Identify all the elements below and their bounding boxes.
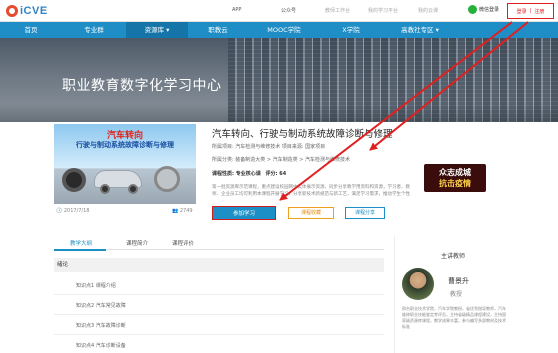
syllabus-item[interactable]: 知识点4 汽车诊断设备 [54,337,384,353]
car-wheel-icon [128,184,138,194]
epidemic-promo-banner[interactable]: 众志成城 抗击疫情 [424,164,486,192]
syllabus-item[interactable]: 知识点2 汽车常见故障 [54,297,384,315]
app-link[interactable]: APP [232,7,241,13]
main-nav: 首页 专业群 资源库 ▾ 职教云 MOOC学院 X学院 高教社专区 ▾ [0,22,558,38]
login-register-box: 登录 | 注册 [507,3,554,19]
teacher-avatar[interactable] [402,268,434,300]
tab-introduction[interactable]: 课程简介 [126,239,148,247]
nav-resource-library[interactable]: 资源库 ▾ [126,22,188,38]
course-date: 🕓 2017/7/18 [56,208,90,214]
course-type: 课程性质: 专业核心课 [212,171,261,177]
course-description: 第一批资源库示范课程，重点建设校园网中实体展示资源，同步分享教学用资料和资源，学… [212,185,410,197]
hero-banner: 职业教育数字化学习中心 [0,38,558,122]
wechat-icon [468,5,477,14]
active-tab-indicator [54,249,106,251]
promo-line-2: 抗击疫情 [439,179,471,188]
course-score: 评分: 64 [265,171,287,177]
syllabus-item[interactable]: 知识点1 课程介绍 [54,277,384,295]
top-bar: iCVE APP 公众号 教师工作台 我的学习平台 我的云课 微信登录 登录 |… [0,0,558,22]
banner-title: 职业教育数字化学习中心 [62,78,222,94]
my-learning-platform-link[interactable]: 我的学习平台 [368,7,398,14]
cover-title-line-2: 行驶与制动系统故障诊断与修理 [76,141,174,149]
tire-icon [62,168,86,192]
car-wheel-icon [100,184,110,194]
course-views-value: 2749 [179,208,193,214]
my-cloud-course-link[interactable]: 我的云课 [418,7,438,14]
nav-home[interactable]: 首页 [0,22,62,38]
course-cover-image[interactable]: 汽车转向 行驶与制动系统故障诊断与修理 [54,124,196,204]
nav-mooc[interactable]: MOOC学院 [248,22,320,38]
course-tabs: 教学大纲 课程简介 课程评价 [54,236,384,250]
course-title: 汽车转向、行驶与制动系统故障诊断与修理 [212,129,393,140]
tab-reviews[interactable]: 课程评价 [172,239,194,247]
nav-vocational-cloud[interactable]: 职教云 [188,22,248,38]
wechat-login[interactable]: 微信登录 [468,5,499,14]
wechat-login-label: 微信登录 [479,7,500,13]
login-divider: | [529,8,532,14]
brake-rotor-icon [154,166,180,192]
nav-higher-ed-press[interactable]: 高教社专区 ▾ [382,22,458,38]
course-type-score: 课程性质: 专业核心课 评分: 64 [212,170,286,177]
course-date-value: 2017/7/18 [63,208,90,214]
course-category: 所属分类: 装备制造大类 > 汽车制造类 > 汽车检测与维修技术 [212,157,351,163]
nav-x-college[interactable]: X学院 [320,22,382,38]
register-link[interactable]: 注册 [534,8,544,15]
join-course-button[interactable]: 参加学习 [212,206,276,220]
tab-syllabus[interactable]: 教学大纲 [70,239,92,247]
banner-floor [0,104,558,122]
site-logo[interactable]: iCVE [6,4,48,18]
syllabus-section-header[interactable]: 绪论 [54,258,384,272]
teacher-name[interactable]: 曹景升 [448,276,469,286]
course-views: 👥 2749 [172,208,193,214]
logo-text: iCVE [20,5,48,17]
teacher-bio: 邢台职业技术学院，汽车学院教授，省优秀指导教师，汽车维修职业技能鉴定考评员，主持… [402,306,506,329]
login-link[interactable]: 登录 [517,8,527,15]
teacher-role: 教授 [450,291,463,298]
promo-line-1: 众志成城 [439,168,471,177]
teacher-workspace-link[interactable]: 教师工作台 [325,7,350,14]
nav-professional-groups[interactable]: 专业群 [62,22,126,38]
logo-mark-icon [6,5,18,17]
syllabus-item[interactable]: 知识点3 汽车故障诊断 [54,317,384,335]
share-course-button[interactable]: 课程分享 [345,207,385,219]
favorite-course-button[interactable]: 课程收藏 [288,207,334,219]
official-account-link[interactable]: 公众号 [281,7,296,14]
course-project: 所属项目: 汽车检测与维修技术 项目来源: 国家项目 [212,144,326,150]
teacher-heading: 主讲教师 [440,253,465,260]
